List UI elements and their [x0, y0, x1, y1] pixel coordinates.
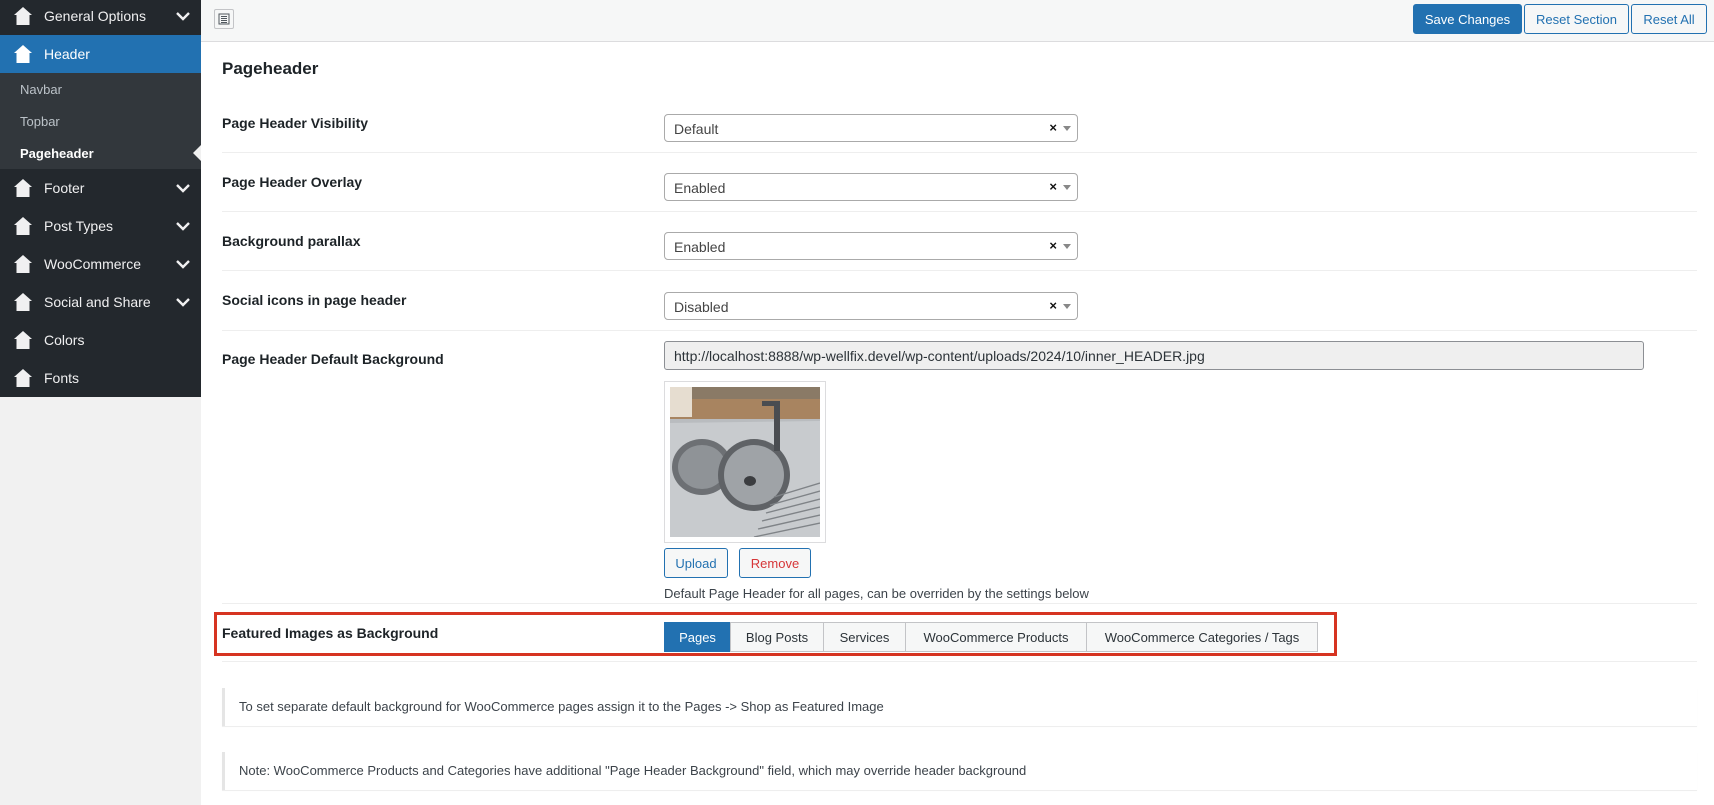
background-parallax-select[interactable]: Enabled × — [664, 232, 1078, 260]
page-header-overlay-select[interactable]: Enabled × — [664, 173, 1078, 201]
upload-button[interactable]: Upload — [664, 548, 728, 578]
background-description: Default Page Header for all pages, can b… — [664, 586, 1089, 601]
clear-icon[interactable]: × — [1049, 238, 1057, 253]
chevron-down-icon — [176, 12, 190, 21]
background-image-preview — [664, 381, 826, 543]
divider — [222, 790, 1697, 791]
home-icon — [14, 255, 32, 273]
clear-icon[interactable]: × — [1049, 120, 1057, 135]
options-panel: Pageheader Page Header Visibility Defaul… — [201, 42, 1714, 805]
list-view-icon — [218, 13, 230, 25]
sidebar-item-general-options[interactable]: General Options — [0, 0, 201, 35]
field-label-default-background: Page Header Default Background — [222, 351, 444, 367]
sidebar-item-post-types[interactable]: Post Types — [0, 207, 201, 245]
tab-woocommerce-products[interactable]: WooCommerce Products — [905, 622, 1087, 652]
select-value: Enabled — [674, 239, 726, 255]
save-changes-button[interactable]: Save Changes — [1413, 4, 1522, 34]
dropdown-arrow-icon — [1063, 126, 1071, 131]
info-notice: Note: WooCommerce Products and Categorie… — [222, 752, 1697, 790]
home-icon — [14, 7, 32, 25]
header-submenu: Navbar Topbar Pageheader — [0, 73, 201, 169]
chevron-down-icon — [176, 222, 190, 231]
sidebar-item-header[interactable]: Header — [0, 35, 201, 73]
select-value: Enabled — [674, 180, 726, 196]
clear-icon[interactable]: × — [1049, 179, 1057, 194]
info-notice: To set separate default background for W… — [222, 688, 1697, 726]
sink-image — [670, 387, 821, 538]
page-header-visibility-select[interactable]: Default × — [664, 114, 1078, 142]
sidebar-item-colors[interactable]: Colors — [0, 321, 201, 359]
tab-woocommerce-categories-tags[interactable]: WooCommerce Categories / Tags — [1086, 622, 1318, 652]
divider — [222, 330, 1697, 331]
divider — [222, 603, 1697, 604]
field-label-social-icons: Social icons in page header — [222, 292, 407, 308]
reset-section-button[interactable]: Reset Section — [1524, 4, 1629, 34]
section-title: Pageheader — [222, 59, 319, 78]
divider — [222, 661, 1697, 662]
home-icon — [14, 331, 32, 349]
home-icon — [14, 217, 32, 235]
sidebar-item-social-and-share[interactable]: Social and Share — [0, 283, 201, 321]
sidebar-item-woocommerce[interactable]: WooCommerce — [0, 245, 201, 283]
sidebar-item-label: Social and Share — [44, 294, 151, 310]
home-icon — [14, 45, 32, 63]
field-label-overlay: Page Header Overlay — [222, 174, 363, 190]
submenu-item-topbar[interactable]: Topbar — [20, 114, 60, 129]
clear-icon[interactable]: × — [1049, 298, 1057, 313]
featured-images-button-set: Pages Blog Posts Services WooCommerce Pr… — [664, 622, 1318, 652]
dropdown-arrow-icon — [1063, 304, 1071, 309]
sidebar-item-label: Footer — [44, 180, 85, 196]
divider — [222, 152, 1697, 153]
tab-pages[interactable]: Pages — [664, 622, 731, 652]
background-url-field[interactable]: http://localhost:8888/wp-wellfix.devel/w… — [664, 341, 1644, 370]
divider — [222, 270, 1697, 271]
reset-all-button[interactable]: Reset All — [1631, 4, 1707, 34]
options-toolbar: Save Changes Reset Section Reset All — [201, 0, 1714, 42]
sidebar-item-label: Header — [44, 46, 90, 62]
sidebar-item-label: Colors — [44, 332, 85, 348]
field-label-featured-images: Featured Images as Background — [222, 625, 439, 641]
sidebar-item-fonts[interactable]: Fonts — [0, 359, 201, 397]
chevron-down-icon — [176, 298, 190, 307]
current-indicator-arrow — [193, 145, 201, 161]
field-label-visibility: Page Header Visibility — [222, 115, 369, 131]
tab-blog-posts[interactable]: Blog Posts — [730, 622, 824, 652]
home-icon — [14, 179, 32, 197]
sidebar-item-label: Fonts — [44, 370, 80, 386]
divider — [222, 726, 1697, 727]
select-value: Default — [674, 121, 719, 137]
admin-sidebar: General Options Header Navbar Topbar Pag… — [0, 0, 201, 397]
remove-button[interactable]: Remove — [739, 548, 811, 578]
chevron-down-icon — [176, 260, 190, 269]
field-label-parallax: Background parallax — [222, 233, 361, 249]
sidebar-item-label: General Options — [44, 8, 146, 24]
sidebar-item-label: Post Types — [44, 218, 114, 234]
dropdown-arrow-icon — [1063, 185, 1071, 190]
dropdown-arrow-icon — [1063, 244, 1071, 249]
sidebar-item-footer[interactable]: Footer — [0, 169, 201, 207]
chevron-down-icon — [176, 184, 190, 193]
tab-services[interactable]: Services — [823, 622, 906, 652]
submenu-item-pageheader[interactable]: Pageheader — [20, 146, 94, 161]
sidebar-item-label: WooCommerce — [44, 256, 141, 272]
social-icons-select[interactable]: Disabled × — [664, 292, 1078, 320]
expand-options-button[interactable] — [214, 9, 234, 29]
select-value: Disabled — [674, 299, 729, 315]
divider — [222, 211, 1697, 212]
submenu-item-navbar[interactable]: Navbar — [20, 82, 62, 97]
home-icon — [14, 293, 32, 311]
home-icon — [14, 369, 32, 387]
